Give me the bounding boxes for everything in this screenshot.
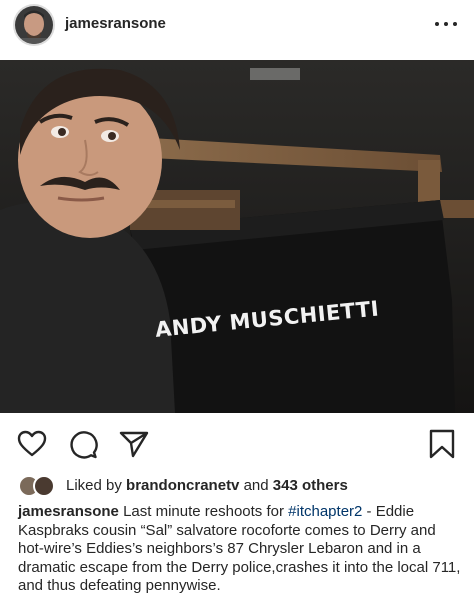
likes-row: Liked by brandoncranetv and 343 others <box>18 473 348 497</box>
caption-hashtag[interactable]: #itchapter2 <box>288 503 362 520</box>
post-photo[interactable]: ANDY MUSCHIETTI <box>0 60 474 413</box>
post-caption: jamesransone Last minute reshoots for #i… <box>18 503 464 595</box>
likes-others[interactable]: 343 others <box>273 477 348 494</box>
likes-text: Liked by brandoncranetv and 343 others <box>66 477 348 494</box>
likes-user[interactable]: brandoncranetv <box>126 477 239 494</box>
comment-icon[interactable] <box>67 428 99 460</box>
avatar[interactable] <box>13 4 55 46</box>
liker-avatars <box>18 473 60 497</box>
caption-username[interactable]: jamesransone <box>18 503 119 520</box>
caption-text-before: Last minute reshoots for <box>123 503 284 520</box>
send-icon[interactable] <box>118 428 150 460</box>
post-header: james​ransone <box>0 0 474 52</box>
bookmark-icon[interactable] <box>426 428 458 460</box>
more-horizontal-icon[interactable] <box>432 12 460 36</box>
likes-prefix: Liked by <box>66 476 122 494</box>
profile-picture <box>15 6 53 44</box>
post-username[interactable]: james​ransone <box>65 15 166 32</box>
likes-joiner: and <box>243 476 269 494</box>
photo-scene <box>0 60 474 413</box>
heart-icon[interactable] <box>16 428 48 460</box>
liker-avatar[interactable] <box>33 475 55 497</box>
post-actions <box>0 422 474 466</box>
